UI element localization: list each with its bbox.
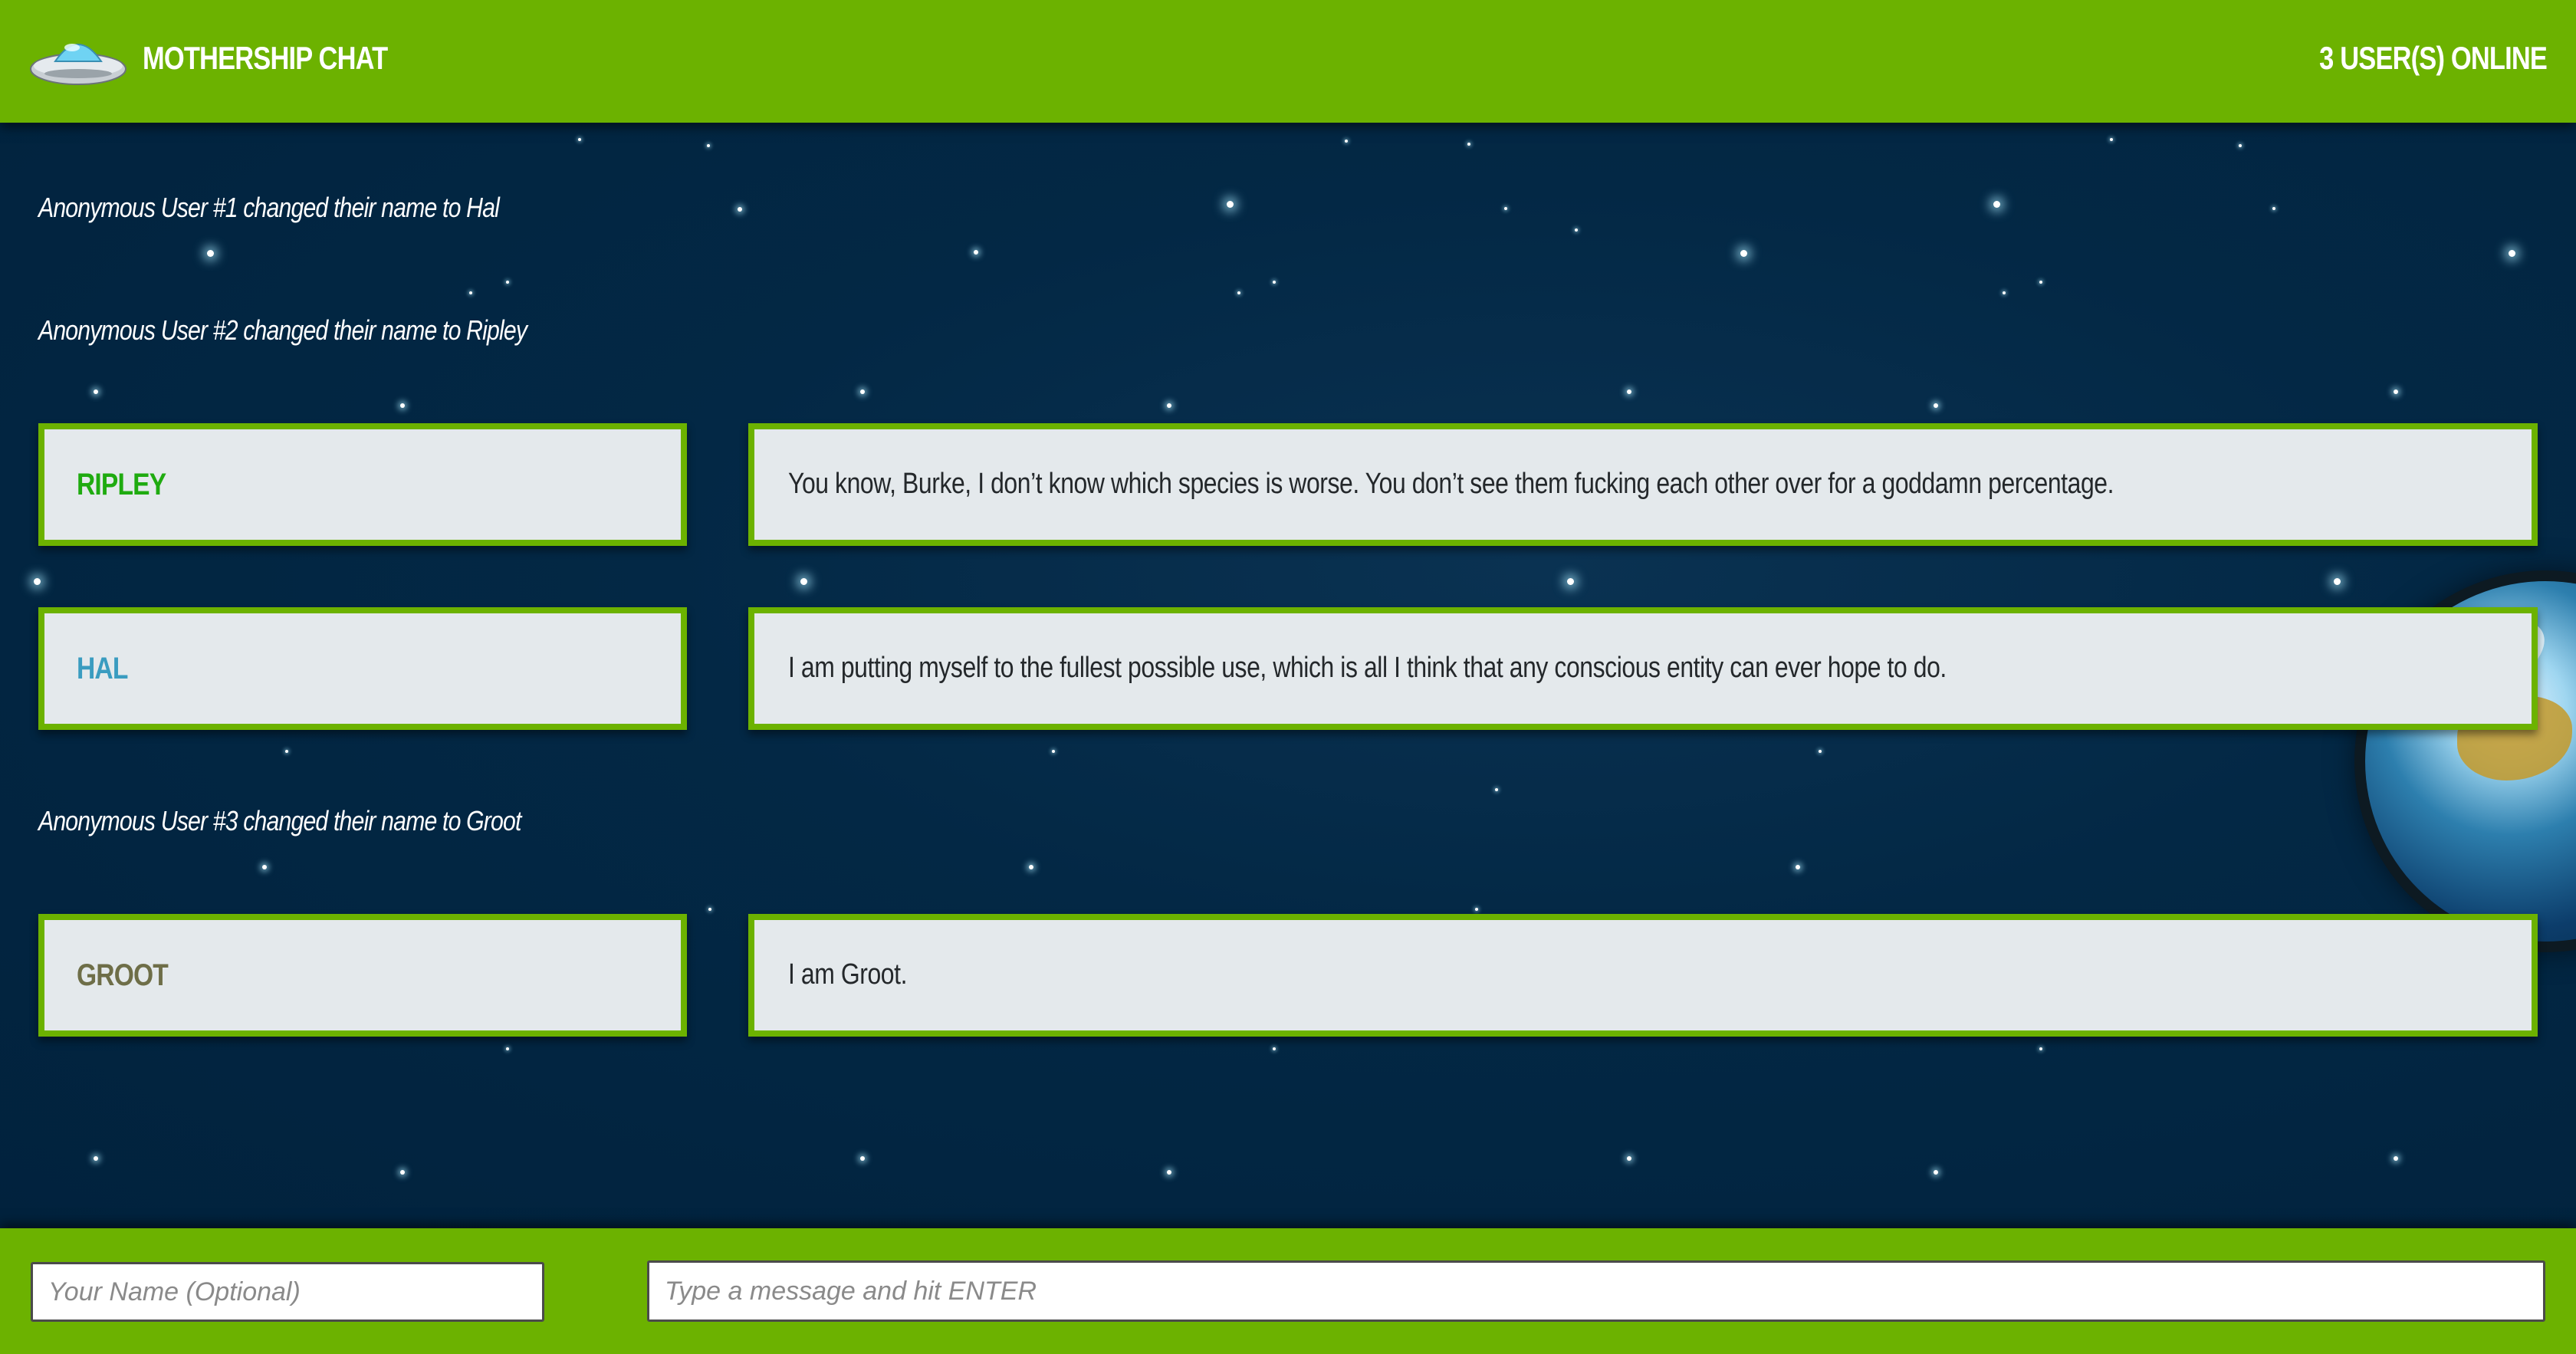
top-bar: MOTHERSHIP CHAT 3 USER(S) ONLINE	[0, 0, 2576, 123]
composer-bar	[0, 1228, 2576, 1354]
system-notice: Anonymous User #2 changed their name to …	[38, 314, 527, 346]
ufo-icon	[30, 44, 127, 85]
message-text: I am Groot.	[788, 958, 908, 991]
system-notice: Anonymous User #1 changed their name to …	[38, 192, 500, 223]
message-username: HAL	[77, 652, 128, 685]
name-input[interactable]	[31, 1262, 544, 1322]
message-bubble: I am Groot.	[748, 914, 2538, 1037]
message-input[interactable]	[647, 1260, 2545, 1322]
message-text: You know, Burke, I don’t know which spec…	[788, 468, 2114, 500]
message-bubble: You know, Burke, I don’t know which spec…	[748, 423, 2538, 546]
message-text: I am putting myself to the fullest possi…	[788, 652, 1947, 684]
message-username: RIPLEY	[77, 468, 166, 501]
chat-feed: Anonymous User #1 changed their name to …	[0, 123, 2576, 1228]
system-notice: Anonymous User #3 changed their name to …	[38, 805, 521, 836]
message-username-box: HAL	[38, 607, 687, 730]
message-username: GROOT	[77, 958, 169, 992]
message-username-box: RIPLEY	[38, 423, 687, 546]
message-bubble: I am putting myself to the fullest possi…	[748, 607, 2538, 730]
online-count: 3 USER(S) ONLINE	[2319, 40, 2548, 76]
message-username-box: GROOT	[38, 914, 687, 1037]
app-title: MOTHERSHIP CHAT	[143, 40, 388, 76]
